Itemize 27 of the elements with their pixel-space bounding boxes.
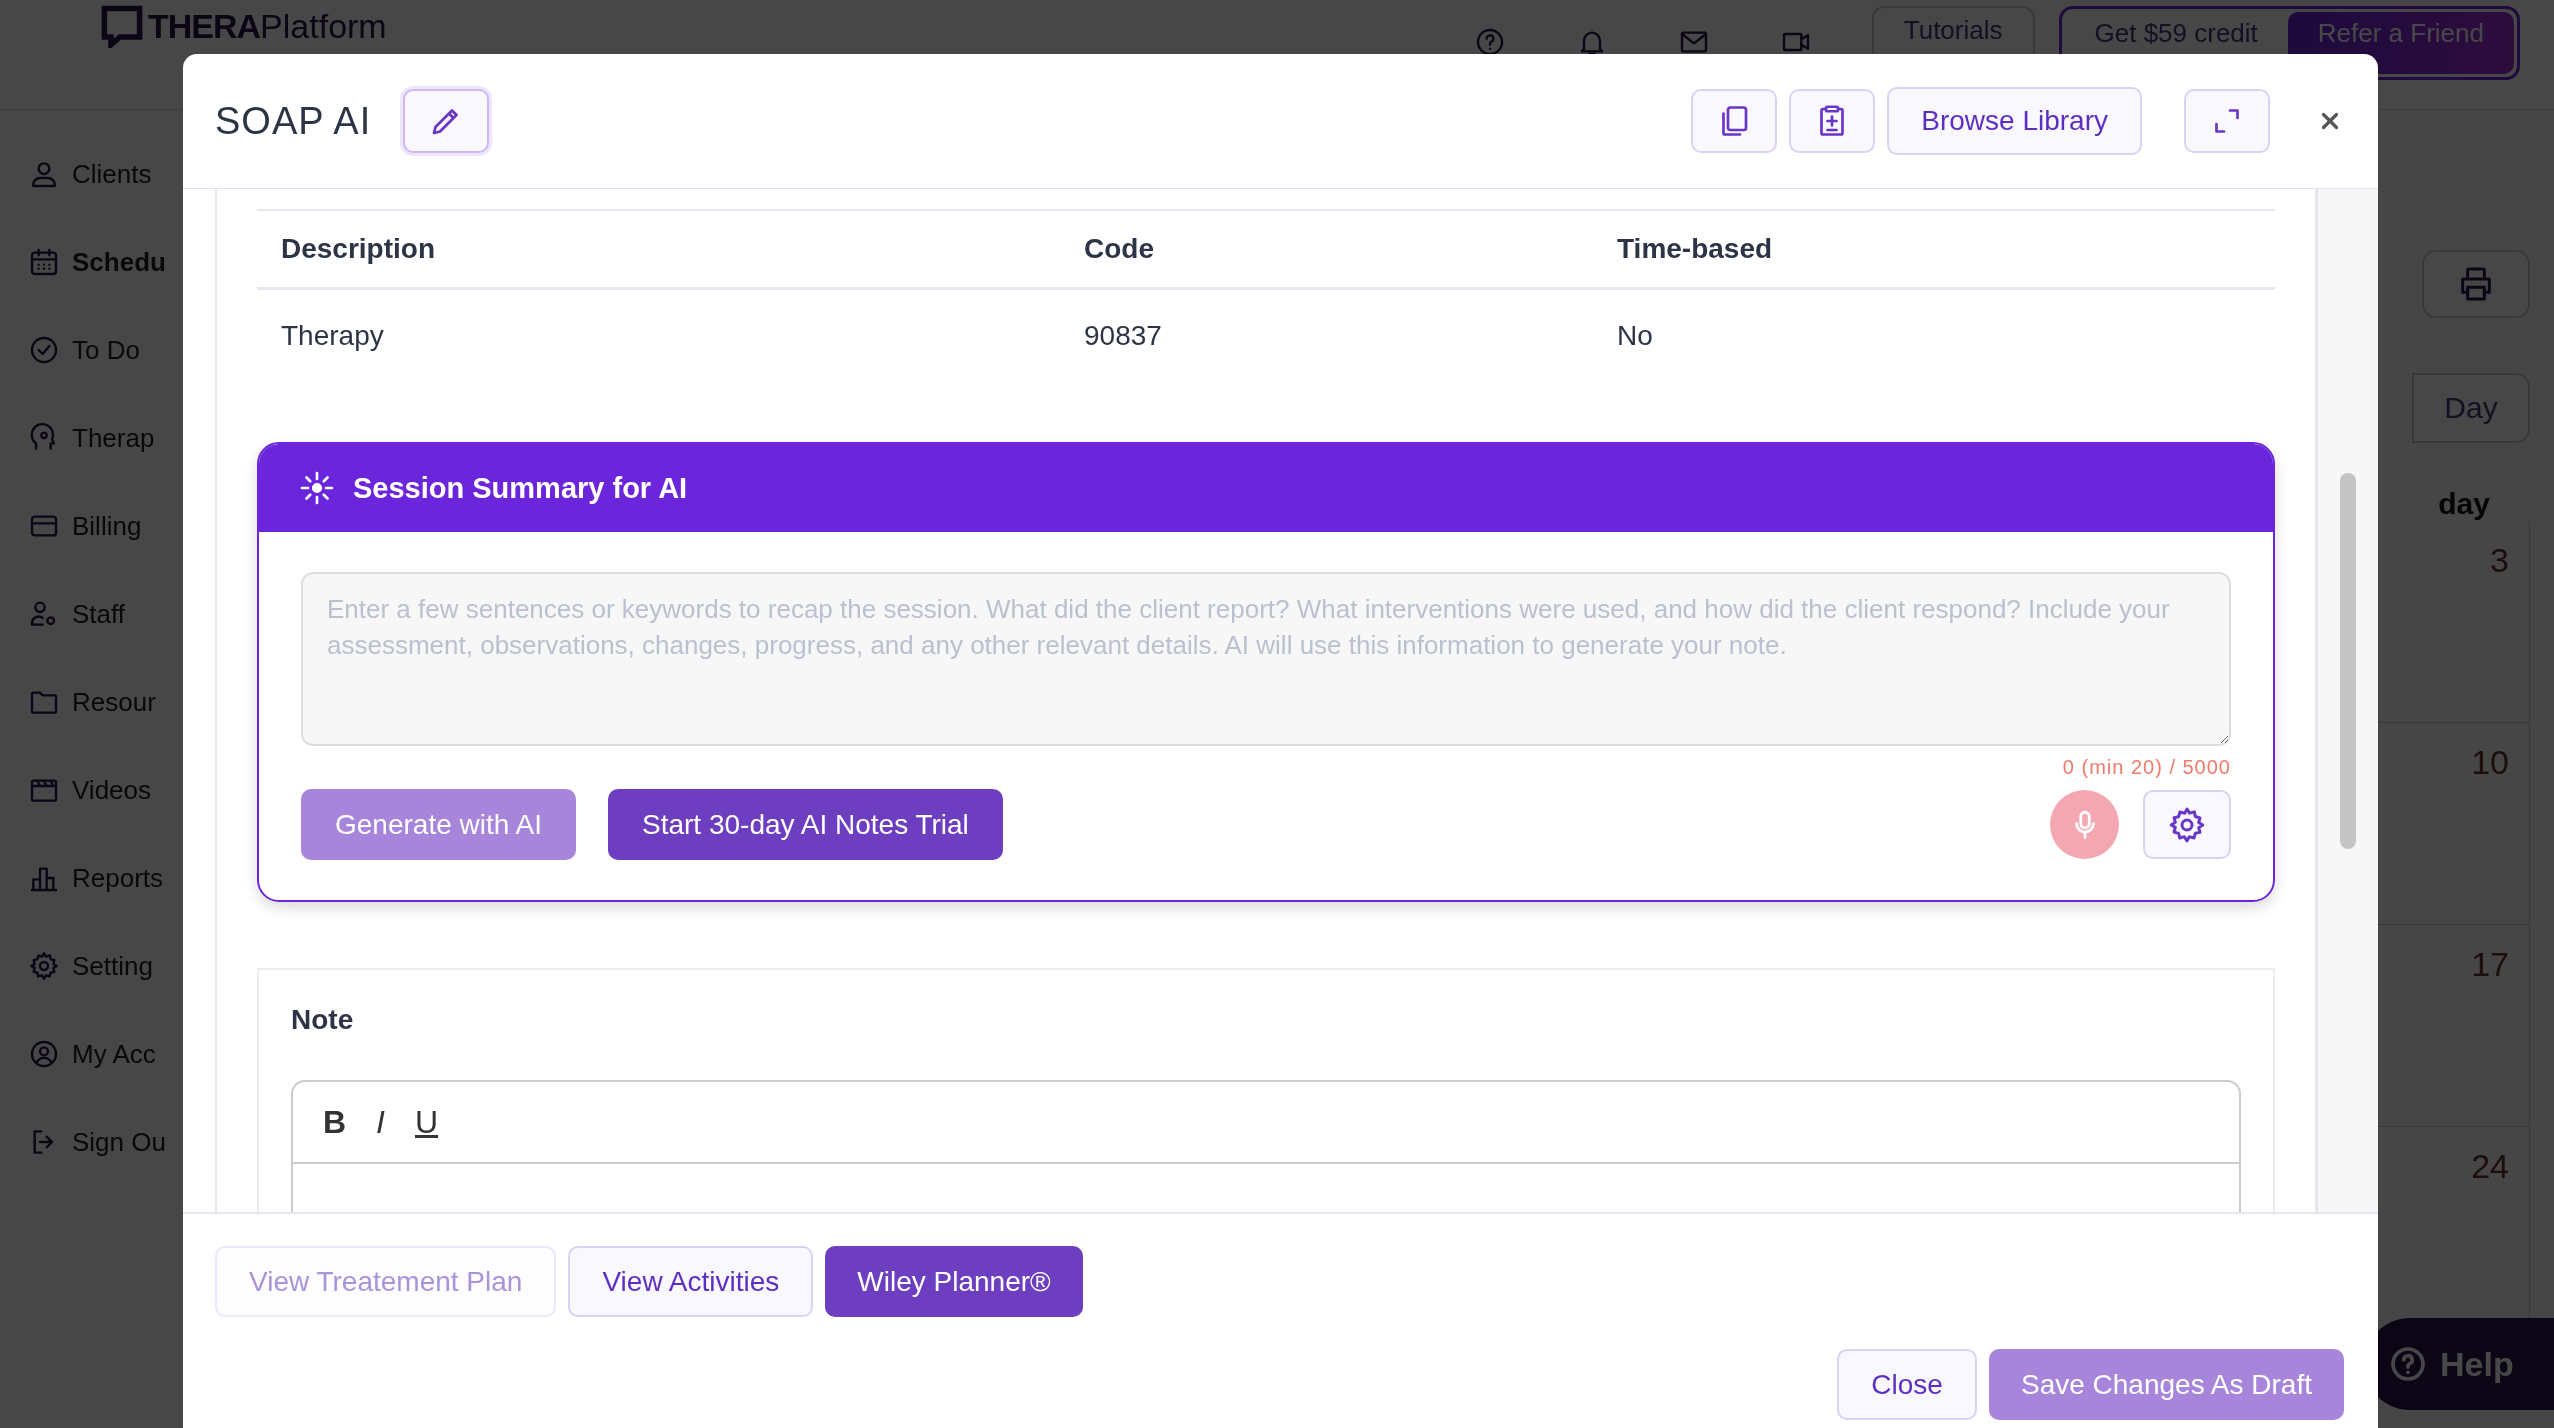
modal-title: SOAP AI	[215, 99, 372, 143]
document-button[interactable]	[1789, 89, 1876, 153]
activities-button[interactable]: View Activities	[568, 1246, 814, 1317]
logo-text: THERAPlatform	[148, 6, 387, 47]
bold-button[interactable]: B	[315, 1103, 355, 1141]
underline-button[interactable]: U	[407, 1103, 447, 1141]
settings-button[interactable]	[2143, 790, 2231, 859]
character-counter: 0 (min 20) / 5000	[2062, 756, 2231, 779]
weekday-header: day	[2438, 487, 2490, 521]
planner-button[interactable]: Wiley Planner®	[825, 1246, 1083, 1317]
table-cell: Therapy	[257, 288, 1060, 382]
table-cell: 90837	[1060, 288, 1593, 382]
start-trial-button[interactable]: Start 30-day AI Notes Trial	[608, 789, 1003, 860]
sparkle-icon	[299, 470, 335, 506]
copy-button[interactable]	[1691, 89, 1778, 153]
column-header: Code	[1060, 210, 1593, 289]
italic-button[interactable]: I	[368, 1103, 393, 1141]
browse-library-button[interactable]: Browse Library	[1887, 87, 2142, 155]
note-label: Note	[291, 1004, 355, 1036]
summary-field[interactable]: Enter a few sentences or keywords to recap the session. What did the client report? What interventions were used, and how did the client respond? Include your assessment, observations, changes, progress, and any other relevant details. AI will use this information to generate your note.	[301, 572, 2231, 746]
scrollbar-thumb[interactable]	[2340, 473, 2356, 849]
card-title: Session Summary for AI	[353, 471, 688, 505]
table-cell: No	[1593, 288, 2275, 382]
close-button[interactable]: Close	[1837, 1349, 1977, 1420]
edit-title-button[interactable]	[403, 89, 490, 153]
column-header: Description	[257, 210, 1060, 289]
column-header: Time-based	[1593, 210, 2275, 289]
